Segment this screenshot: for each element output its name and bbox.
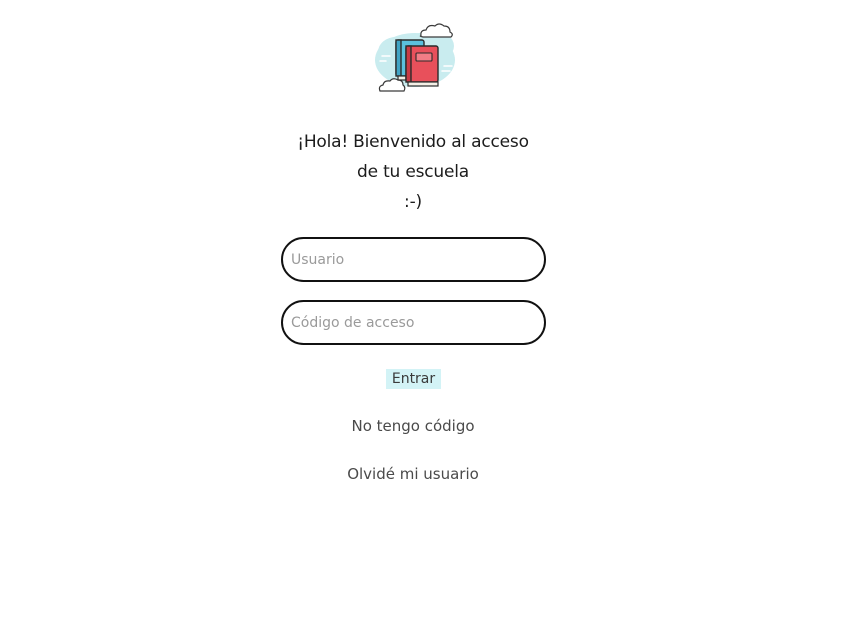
username-input[interactable]: [281, 237, 546, 282]
books-icon: [375, 23, 455, 92]
login-page: ¡Hola! Bienvenido al acceso de tu escuel…: [0, 0, 851, 639]
greeting-line-2: de tu escuela: [357, 162, 469, 182]
greeting-smiley: :-): [404, 192, 422, 212]
forgot-username-link[interactable]: Olvidé mi usuario: [0, 465, 826, 483]
access-code-input[interactable]: [281, 300, 546, 345]
greeting-line-1: ¡Hola! Bienvenido al acceso: [297, 132, 529, 152]
submit-button[interactable]: Entrar: [386, 369, 441, 389]
no-code-link[interactable]: No tengo código: [0, 417, 826, 435]
